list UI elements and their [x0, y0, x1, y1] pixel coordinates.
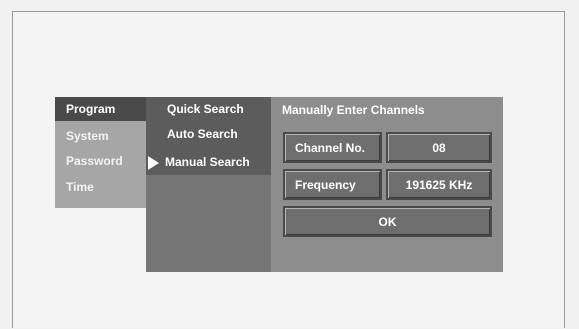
- category-system[interactable]: System: [66, 129, 109, 143]
- ok-button[interactable]: OK: [283, 206, 492, 237]
- channel-no-value: 08: [432, 140, 446, 155]
- play-arrow-icon: [148, 156, 159, 170]
- submenu-quick-search[interactable]: Quick Search: [167, 102, 244, 116]
- submenu-auto-search[interactable]: Auto Search: [167, 127, 238, 141]
- frequency-field[interactable]: 191625 KHz: [386, 169, 492, 200]
- channel-no-field[interactable]: 08: [386, 132, 492, 163]
- channel-no-label: Channel No.: [283, 132, 382, 163]
- setup-menu: Program System Password Time Quick Searc…: [55, 97, 503, 272]
- frequency-label: Frequency: [283, 169, 382, 200]
- ok-button-label: OK: [378, 214, 397, 229]
- frequency-label-text: Frequency: [295, 177, 356, 192]
- submenu-manual-search[interactable]: Manual Search: [165, 155, 250, 169]
- channel-no-label-text: Channel No.: [295, 140, 366, 155]
- category-program[interactable]: Program: [66, 102, 115, 116]
- category-time[interactable]: Time: [66, 180, 94, 194]
- frequency-value: 191625 KHz: [405, 177, 473, 192]
- panel-title: Manually Enter Channels: [282, 103, 425, 117]
- category-password[interactable]: Password: [66, 154, 123, 168]
